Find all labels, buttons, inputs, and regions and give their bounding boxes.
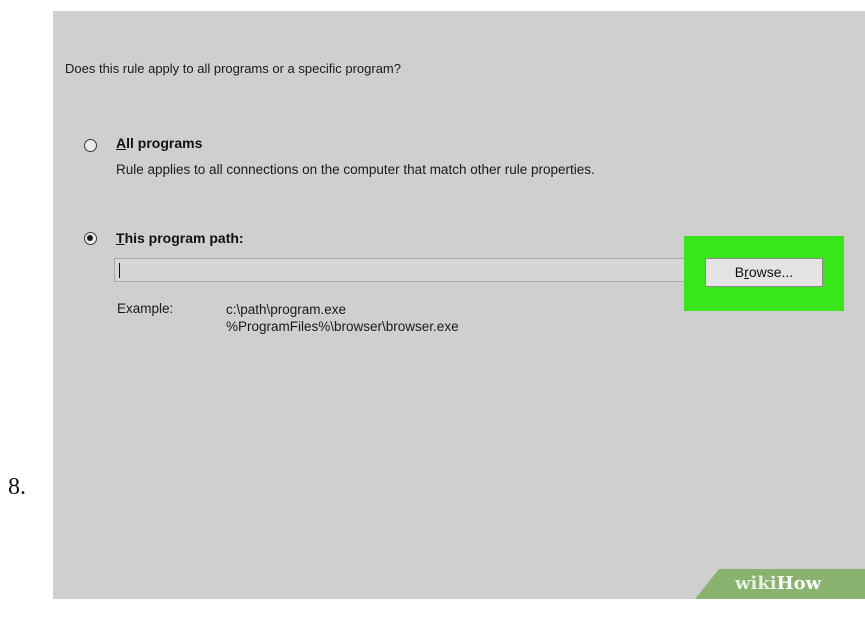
program-path-accel: T	[116, 230, 125, 246]
browse-button[interactable]: Browse...	[705, 258, 823, 287]
example-paths: c:\path\program.exe %ProgramFiles%\brows…	[226, 301, 459, 335]
watermark-text: wikiHow	[735, 573, 821, 594]
text-caret	[119, 263, 120, 278]
example-path-1: c:\path\program.exe	[226, 302, 347, 317]
program-path-label[interactable]: This program path:	[116, 230, 244, 246]
example-label: Example:	[117, 301, 174, 316]
rule-dialog-panel: Does this rule apply to all programs or …	[53, 11, 865, 599]
browse-label-rest: wse...	[756, 264, 794, 280]
example-path-2: %ProgramFiles%\browser\browser.exe	[226, 319, 459, 334]
rule-question: Does this rule apply to all programs or …	[65, 61, 401, 76]
all-programs-description: Rule applies to all connections on the c…	[116, 162, 595, 177]
page: 8. Does this rule apply to all programs …	[0, 0, 865, 627]
radio-selected-dot	[87, 235, 93, 241]
watermark-wiki: wiki	[735, 573, 777, 594]
all-programs-radio[interactable]	[84, 139, 97, 152]
watermark-how: How	[776, 573, 822, 594]
all-programs-accel: A	[116, 135, 127, 151]
browse-accel-1: B	[734, 264, 745, 280]
wikihow-watermark: wikiHow	[695, 569, 865, 599]
program-path-label-text: his program path:	[124, 230, 244, 246]
all-programs-label-text: ll programs	[126, 135, 203, 151]
program-path-input[interactable]	[114, 258, 689, 282]
program-path-radio[interactable]	[84, 232, 97, 245]
browse-accel-3: o	[748, 264, 757, 280]
all-programs-label[interactable]: All programs	[116, 135, 202, 151]
step-number: 8.	[8, 474, 26, 500]
